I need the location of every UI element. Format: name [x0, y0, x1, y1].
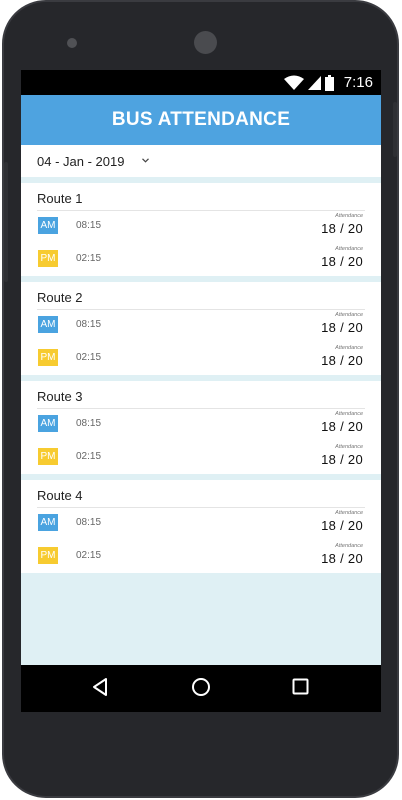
- pm-shift-row[interactable]: PM 02:15 Attendance 18 / 20: [21, 541, 381, 571]
- attendance-value: 18 / 20: [321, 551, 363, 566]
- shift-time: 08:15: [76, 517, 102, 528]
- shift-time: 02:15: [76, 451, 102, 462]
- attendance-value: 18 / 20: [321, 518, 363, 533]
- route-card[interactable]: Route 2 AM 08:15 Attendance 18 / 20 PM 0…: [21, 282, 381, 375]
- shift-time: 02:15: [76, 550, 102, 561]
- shift-time: 08:15: [76, 418, 102, 429]
- am-badge: AM: [38, 415, 58, 432]
- sensor-dot: [67, 38, 77, 48]
- am-badge: AM: [38, 514, 58, 531]
- shift-time: 08:15: [76, 319, 102, 330]
- attendance-label: Attendance: [335, 312, 363, 318]
- route-card[interactable]: Route 1 AM 08:15 Attendance 18 / 20 PM 0…: [21, 183, 381, 276]
- route-list: Route 1 AM 08:15 Attendance 18 / 20 PM 0…: [21, 183, 381, 579]
- chevron-down-icon: [142, 155, 150, 165]
- page-title: BUS ATTENDANCE: [111, 109, 291, 130]
- route-title: Route 1: [37, 191, 83, 206]
- date-value: 04 - Jan - 2019: [37, 153, 125, 169]
- recents-icon[interactable]: [292, 678, 309, 695]
- battery-icon: [324, 74, 334, 91]
- am-badge: AM: [38, 316, 58, 333]
- pm-badge: PM: [38, 448, 58, 465]
- attendance-label: Attendance: [335, 510, 363, 516]
- attendance-value: 18 / 20: [321, 254, 363, 269]
- route-title: Route 3: [37, 389, 83, 404]
- date-selector[interactable]: 04 - Jan - 2019: [21, 145, 381, 177]
- attendance-value: 18 / 20: [321, 419, 363, 434]
- signal-icon: [307, 75, 321, 90]
- attendance-value: 18 / 20: [321, 452, 363, 467]
- navigation-bar: [21, 665, 381, 712]
- wifi-icon: [283, 75, 304, 90]
- attendance-label: Attendance: [335, 213, 363, 219]
- shift-time: 02:15: [76, 253, 102, 264]
- attendance-label: Attendance: [335, 246, 363, 252]
- shift-time: 02:15: [76, 352, 102, 363]
- am-shift-row[interactable]: AM 08:15 Attendance 18 / 20: [21, 409, 381, 439]
- attendance-value: 18 / 20: [321, 320, 363, 335]
- power-button: [393, 102, 397, 157]
- am-shift-row[interactable]: AM 08:15 Attendance 18 / 20: [21, 310, 381, 340]
- attendance-label: Attendance: [335, 411, 363, 417]
- am-badge: AM: [38, 217, 58, 234]
- attendance-label: Attendance: [335, 345, 363, 351]
- route-title: Route 4: [37, 488, 83, 503]
- pm-shift-row[interactable]: PM 02:15 Attendance 18 / 20: [21, 244, 381, 274]
- attendance-value: 18 / 20: [321, 353, 363, 368]
- home-icon[interactable]: [191, 677, 211, 697]
- attendance-value: 18 / 20: [321, 221, 363, 236]
- pm-shift-row[interactable]: PM 02:15 Attendance 18 / 20: [21, 343, 381, 373]
- am-shift-row[interactable]: AM 08:15 Attendance 18 / 20: [21, 508, 381, 538]
- route-card[interactable]: Route 3 AM 08:15 Attendance 18 / 20 PM 0…: [21, 381, 381, 474]
- route-title: Route 2: [37, 290, 83, 305]
- am-shift-row[interactable]: AM 08:15 Attendance 18 / 20: [21, 211, 381, 241]
- app-bar: BUS ATTENDANCE: [21, 95, 381, 145]
- status-time: 7:16: [343, 74, 373, 91]
- pm-shift-row[interactable]: PM 02:15 Attendance 18 / 20: [21, 442, 381, 472]
- back-icon[interactable]: [91, 677, 109, 697]
- pm-badge: PM: [38, 547, 58, 564]
- pm-badge: PM: [38, 250, 58, 267]
- route-card[interactable]: Route 4 AM 08:15 Attendance 18 / 20 PM 0…: [21, 480, 381, 573]
- pm-badge: PM: [38, 349, 58, 366]
- attendance-label: Attendance: [335, 444, 363, 450]
- screen: 7:16 BUS ATTENDANCE 04 - Jan - 2019 Rout…: [21, 70, 381, 712]
- status-bar: 7:16: [21, 70, 381, 95]
- volume-button: [4, 162, 8, 282]
- shift-time: 08:15: [76, 220, 102, 231]
- attendance-label: Attendance: [335, 543, 363, 549]
- front-camera: [194, 31, 217, 54]
